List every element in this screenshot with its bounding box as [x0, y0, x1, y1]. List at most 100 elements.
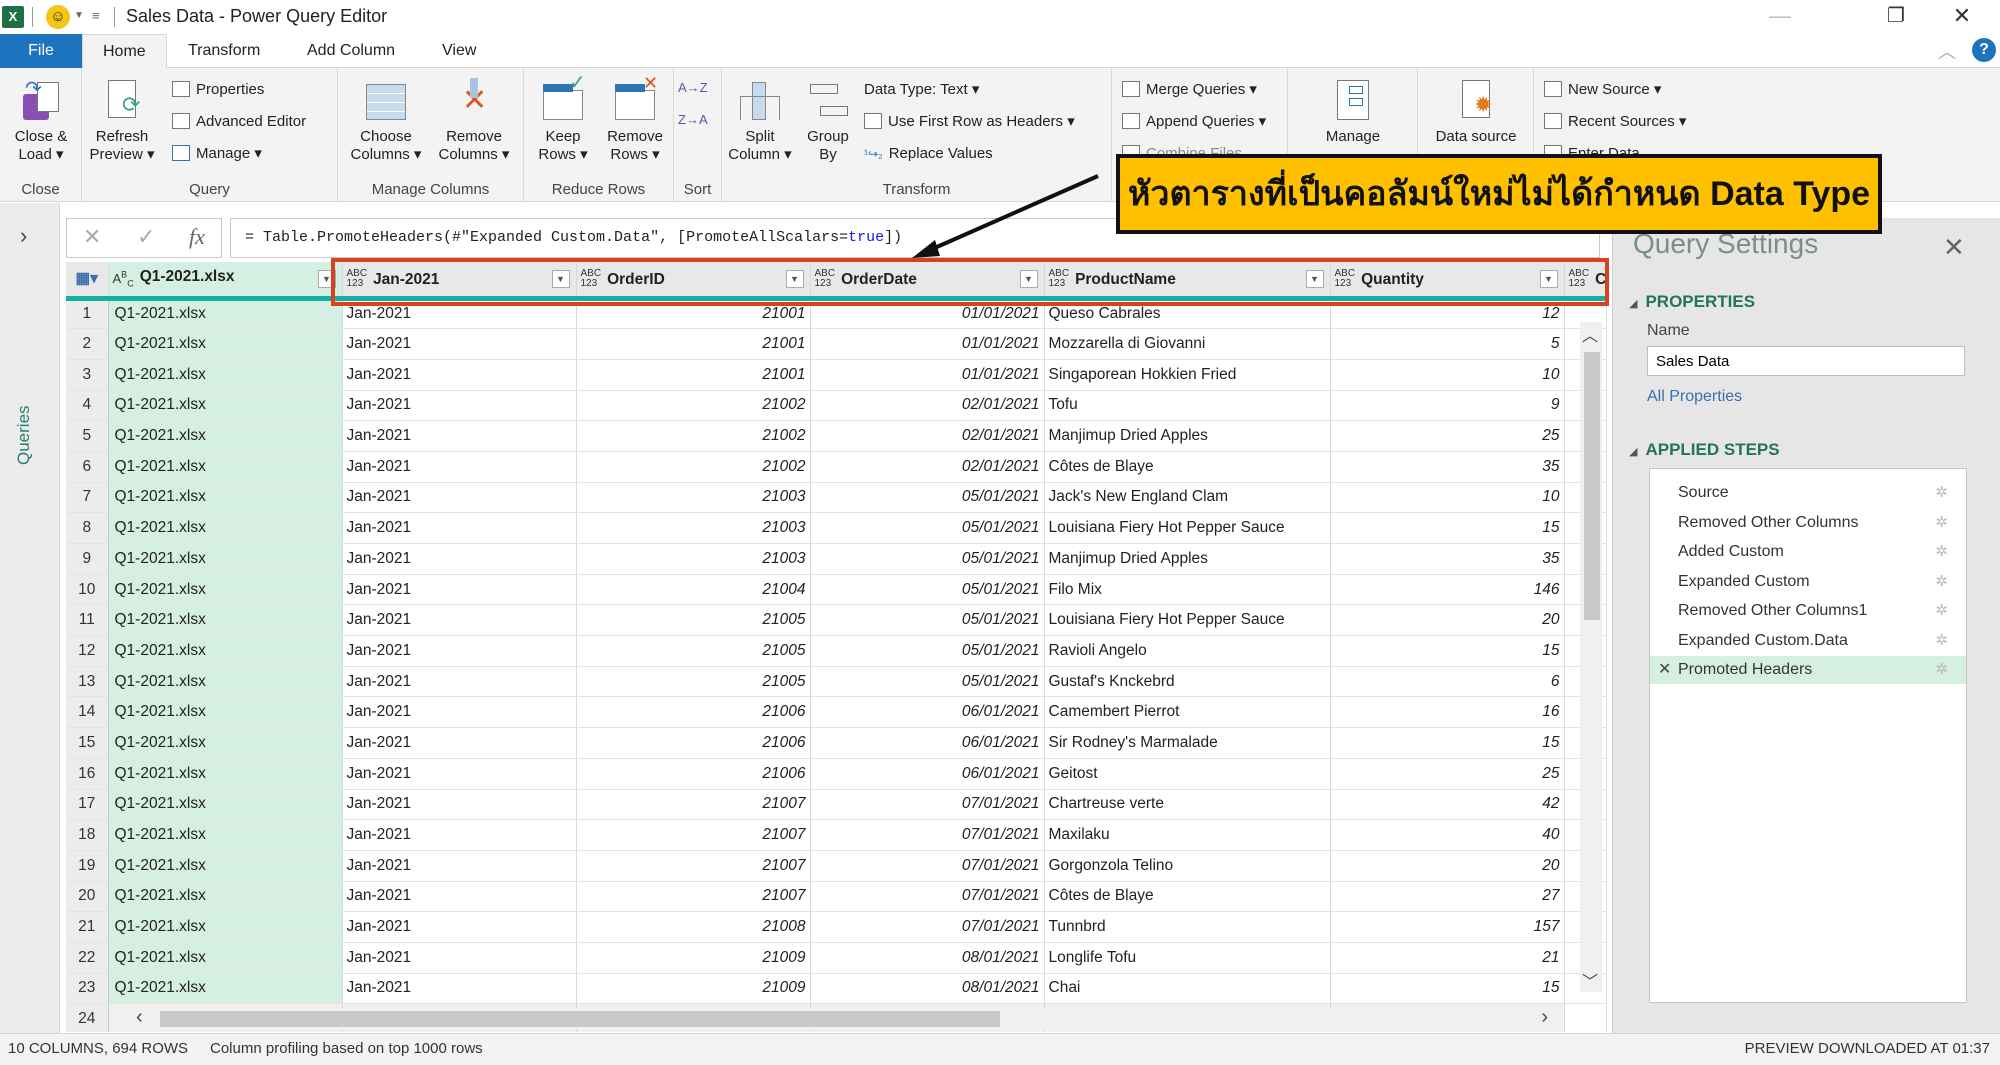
- table-cell[interactable]: Q1-2021.xlsx: [108, 666, 343, 698]
- row-number[interactable]: 6: [66, 451, 109, 483]
- sort-descending-button[interactable]: Z→A: [678, 108, 708, 132]
- row-number[interactable]: 24: [66, 1003, 109, 1032]
- row-number[interactable]: 3: [66, 359, 109, 391]
- table-cell[interactable]: Jan-2021: [342, 850, 577, 882]
- table-cell[interactable]: Ravioli Angelo: [1044, 635, 1331, 667]
- table-cell[interactable]: 40: [1330, 819, 1565, 851]
- close-load-button[interactable]: ↷ Close & Load ▾: [4, 78, 78, 164]
- table-cell[interactable]: Jan-2021: [342, 543, 577, 575]
- row-number[interactable]: 5: [66, 420, 109, 452]
- sort-ascending-button[interactable]: A→Z: [678, 76, 708, 100]
- applied-step[interactable]: Added Custom ✲: [1650, 538, 1966, 566]
- table-cell[interactable]: 21005: [576, 666, 811, 698]
- table-cell[interactable]: Gorgonzola Telino: [1044, 850, 1331, 882]
- table-cell[interactable]: Jan-2021: [342, 574, 577, 606]
- quick-access-customize-icon[interactable]: ≡: [92, 8, 100, 23]
- table-cell[interactable]: 6: [1330, 666, 1565, 698]
- table-cell[interactable]: Maxilaku: [1044, 819, 1331, 851]
- row-number[interactable]: 16: [66, 758, 109, 790]
- table-cell[interactable]: 25: [1330, 420, 1565, 452]
- table-cell[interactable]: 08/01/2021: [810, 973, 1045, 1005]
- properties-button[interactable]: Properties: [172, 78, 264, 102]
- table-cell[interactable]: Jan-2021: [342, 328, 577, 360]
- choose-columns-button[interactable]: Choose Columns ▾: [344, 78, 428, 164]
- table-cell[interactable]: Jan-2021: [342, 819, 577, 851]
- table-cell[interactable]: 146: [1330, 574, 1565, 606]
- step-settings-gear-icon[interactable]: ✲: [1935, 479, 1948, 507]
- table-cell[interactable]: Q1-2021.xlsx: [108, 328, 343, 360]
- table-cell[interactable]: 21003: [576, 512, 811, 544]
- applied-step[interactable]: Source ✲: [1650, 479, 1966, 507]
- row-number[interactable]: 23: [66, 973, 109, 1005]
- table-cell[interactable]: 21002: [576, 451, 811, 483]
- table-cell[interactable]: Louisiana Fiery Hot Pepper Sauce: [1044, 512, 1331, 544]
- table-cell[interactable]: 02/01/2021: [810, 420, 1045, 452]
- table-cell[interactable]: Q1-2021.xlsx: [108, 298, 343, 330]
- table-cell[interactable]: Q1-2021.xlsx: [108, 604, 343, 637]
- table-cell[interactable]: 15: [1330, 512, 1565, 544]
- table-cell[interactable]: 15: [1330, 973, 1565, 1005]
- query-name-input[interactable]: [1647, 346, 1965, 376]
- merge-queries-button[interactable]: Merge Queries ▾: [1122, 78, 1257, 102]
- close-window-button[interactable]: ✕: [1942, 2, 1982, 30]
- table-cell[interactable]: Jan-2021: [342, 727, 577, 759]
- table-cell[interactable]: Manjimup Dried Apples: [1044, 420, 1331, 452]
- profiling-info[interactable]: Column profiling based on top 1000 rows: [210, 1034, 483, 1064]
- table-cell[interactable]: 08/01/2021: [810, 942, 1045, 974]
- properties-section[interactable]: ◢ PROPERTIES: [1629, 292, 1755, 312]
- horizontal-scroll-thumb[interactable]: [160, 1011, 1000, 1027]
- table-cell[interactable]: 15: [1330, 635, 1565, 667]
- column-header[interactable]: ABC Q1-2021.xlsx ▼: [108, 262, 343, 301]
- table-cell[interactable]: 07/01/2021: [810, 850, 1045, 882]
- table-cell[interactable]: 27: [1330, 881, 1565, 913]
- table-cell[interactable]: 06/01/2021: [810, 696, 1045, 729]
- table-cell[interactable]: 05/01/2021: [810, 604, 1045, 637]
- table-cell[interactable]: Camembert Pierrot: [1044, 696, 1331, 729]
- table-cell[interactable]: 21006: [576, 696, 811, 729]
- table-cell[interactable]: Jan-2021: [342, 512, 577, 544]
- append-queries-button[interactable]: Append Queries ▾: [1122, 110, 1266, 134]
- row-number[interactable]: 17: [66, 789, 109, 821]
- table-cell[interactable]: 10: [1330, 359, 1565, 391]
- all-properties-link[interactable]: All Properties: [1647, 388, 1742, 406]
- table-cell[interactable]: Mozzarella di Giovanni: [1044, 328, 1331, 360]
- data-source-settings-button[interactable]: ✹ Data source: [1426, 78, 1526, 146]
- table-cell[interactable]: 05/01/2021: [810, 512, 1045, 544]
- table-cell[interactable]: 06/01/2021: [810, 727, 1045, 759]
- applied-steps-section[interactable]: ◢ APPLIED STEPS: [1629, 440, 1780, 460]
- minimize-button[interactable]: —: [1760, 2, 1800, 30]
- data-type-dropdown[interactable]: Data Type: Text ▾: [864, 78, 979, 102]
- select-all-table-icon[interactable]: ▦▾: [66, 262, 109, 301]
- horizontal-scrollbar[interactable]: ‹ ›: [130, 1006, 1562, 1030]
- fx-icon[interactable]: fx: [189, 224, 205, 250]
- table-cell[interactable]: 05/01/2021: [810, 543, 1045, 575]
- row-number[interactable]: 19: [66, 850, 109, 882]
- advanced-editor-button[interactable]: Advanced Editor: [172, 110, 306, 134]
- step-settings-gear-icon[interactable]: ✲: [1935, 538, 1948, 566]
- table-cell[interactable]: 9: [1330, 390, 1565, 422]
- cancel-formula-icon[interactable]: ✕: [83, 224, 101, 250]
- table-cell[interactable]: Q1-2021.xlsx: [108, 574, 343, 606]
- table-cell[interactable]: [1564, 1003, 1608, 1032]
- table-cell[interactable]: Jan-2021: [342, 942, 577, 974]
- table-cell[interactable]: 21008: [576, 911, 811, 943]
- table-cell[interactable]: Q1-2021.xlsx: [108, 881, 343, 913]
- table-cell[interactable]: Jan-2021: [342, 881, 577, 913]
- table-cell[interactable]: Q1-2021.xlsx: [108, 635, 343, 667]
- step-settings-gear-icon[interactable]: ✲: [1935, 656, 1948, 684]
- table-cell[interactable]: Tofu: [1044, 390, 1331, 422]
- applied-step[interactable]: Expanded Custom.Data ✲: [1650, 627, 1966, 655]
- table-cell[interactable]: Manjimup Dried Apples: [1044, 543, 1331, 575]
- table-cell[interactable]: 16: [1330, 696, 1565, 729]
- table-cell[interactable]: 21007: [576, 819, 811, 851]
- table-cell[interactable]: Jan-2021: [342, 758, 577, 790]
- table-cell[interactable]: Geitost: [1044, 758, 1331, 790]
- applied-step[interactable]: ✕ Promoted Headers ✲: [1650, 656, 1966, 684]
- table-cell[interactable]: Côtes de Blaye: [1044, 451, 1331, 483]
- table-cell[interactable]: Jan-2021: [342, 390, 577, 422]
- group-by-button[interactable]: Group By: [800, 78, 856, 164]
- table-cell[interactable]: Chai: [1044, 973, 1331, 1005]
- table-cell[interactable]: Q1-2021.xlsx: [108, 973, 343, 1005]
- table-cell[interactable]: 10: [1330, 482, 1565, 514]
- table-cell[interactable]: Q1-2021.xlsx: [108, 359, 343, 391]
